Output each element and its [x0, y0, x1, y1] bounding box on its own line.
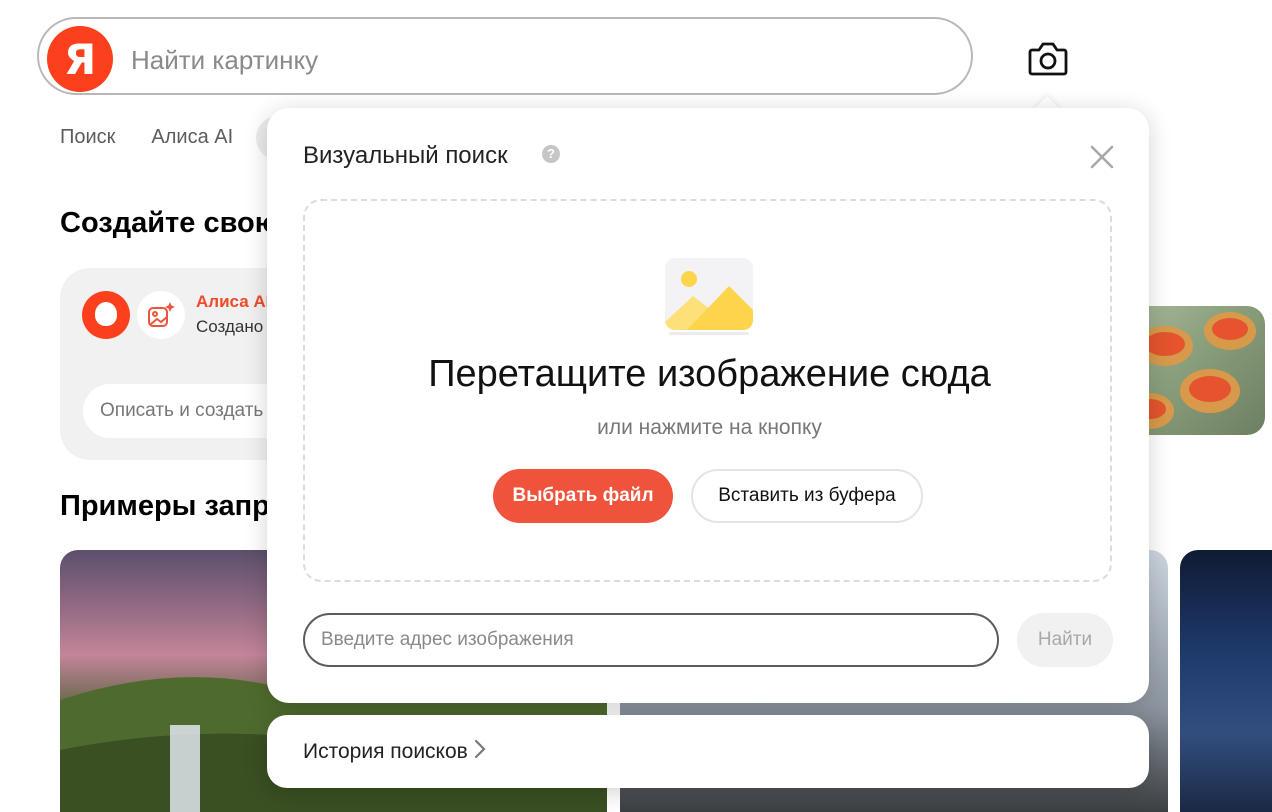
- tab-search[interactable]: Поиск: [60, 126, 115, 149]
- tab-alice[interactable]: Алиса AI: [151, 126, 233, 149]
- chevron-right-icon: [474, 739, 486, 765]
- search-history-panel: История поисков: [267, 715, 1149, 788]
- yandex-logo[interactable]: Я: [47, 26, 113, 92]
- example-thumbnail[interactable]: [1130, 306, 1265, 435]
- search-history-label: История поисков: [303, 740, 468, 763]
- choose-file-button[interactable]: Выбрать файл: [493, 469, 673, 523]
- image-dropzone[interactable]: Перетащите изображение сюда или нажмите …: [303, 199, 1112, 582]
- close-icon[interactable]: [1087, 142, 1117, 172]
- paste-from-clipboard-button[interactable]: Вставить из буфера: [691, 469, 923, 523]
- popup-title: Визуальный поиск: [303, 142, 508, 169]
- nav-tabs: Поиск Алиса AI: [60, 126, 233, 149]
- visual-search-popup: Визуальный поиск ? Перетащите изображени…: [267, 108, 1149, 703]
- create-section-title: Создайте свою: [60, 207, 280, 239]
- alice-subtitle: Создано: [196, 317, 264, 336]
- example-image[interactable]: [1180, 550, 1272, 812]
- image-generation-icon: [137, 291, 185, 339]
- picture-icon: [663, 258, 755, 336]
- drop-title: Перетащите изображение сюда: [428, 353, 991, 395]
- search-bar: Я: [37, 17, 973, 95]
- search-input[interactable]: [129, 39, 933, 81]
- alice-name[interactable]: Алиса AI: [196, 292, 270, 312]
- camera-icon[interactable]: [1026, 38, 1070, 78]
- find-button[interactable]: Найти: [1017, 613, 1113, 667]
- help-icon[interactable]: ?: [542, 145, 560, 163]
- drop-subtitle: или нажмите на кнопку: [597, 416, 822, 439]
- alice-icon: [82, 291, 130, 339]
- search-history-link[interactable]: История поисков: [303, 739, 486, 765]
- image-url-input[interactable]: [303, 613, 999, 667]
